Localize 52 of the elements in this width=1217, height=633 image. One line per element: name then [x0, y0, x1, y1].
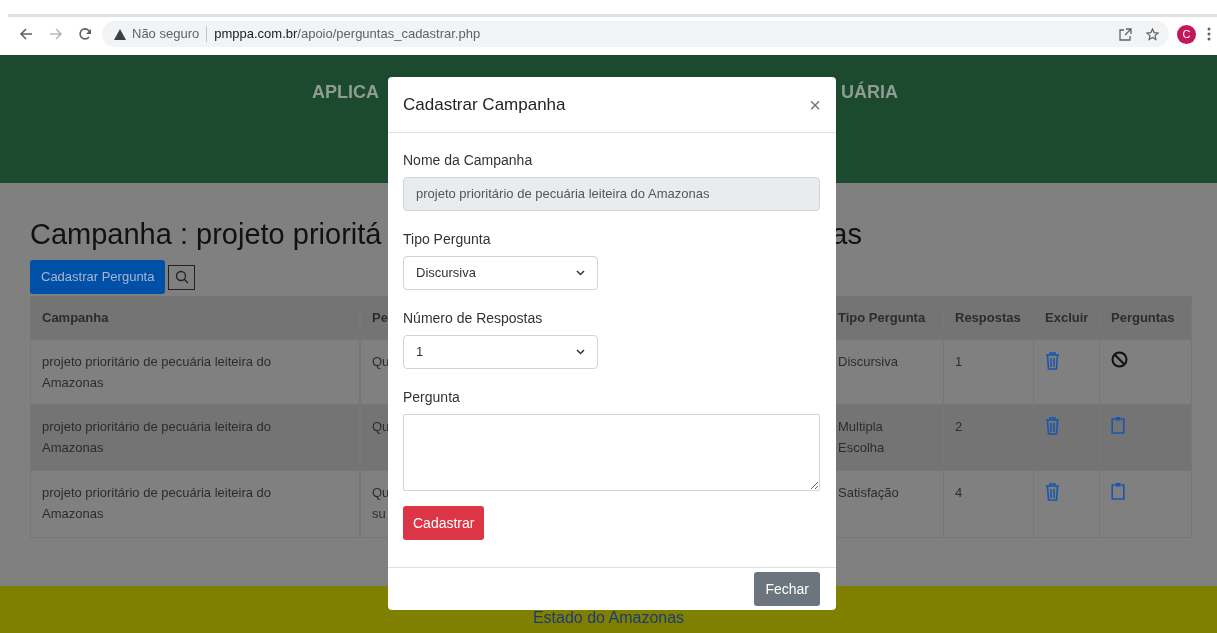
column-header: Pe — [372, 310, 388, 326]
page-heading: Campanha : projeto prioritá — [30, 216, 382, 252]
column-header: Excluir — [1045, 310, 1089, 326]
clipboard-icon[interactable] — [1111, 416, 1125, 434]
column-header: Tipo Pergunta — [838, 310, 926, 326]
address-bar[interactable]: Não seguro pmppa.com.br/apoio/perguntas_cadastrar.php — [102, 21, 1169, 47]
table-cell-text: Qu — [372, 484, 388, 502]
select-field[interactable]: 1 — [403, 335, 598, 369]
column-header: Perguntas — [1111, 310, 1175, 326]
field-label: Pergunta — [403, 388, 461, 407]
table-cell: projeto prioritário de pecuária leiteira do Amazonas — [42, 485, 272, 521]
field-label: Tipo Pergunta — [403, 230, 492, 249]
table-cell: Discursiva — [838, 354, 898, 369]
url-text: pmppa.com.br/apoio/perguntas_cadastrar.php — [214, 25, 481, 44]
warning-icon — [114, 28, 126, 40]
add-question-button[interactable]: Cadastrar Pergunta — [30, 260, 166, 294]
table-cell: 2 — [955, 419, 963, 434]
header-title: APLICA — [312, 81, 379, 104]
column-header: Campanha — [42, 310, 109, 326]
header-title: UÁRIA — [841, 80, 898, 104]
table-cell: projeto prioritário de pecuária leiteira do Amazonas — [42, 419, 272, 455]
close-modal-button[interactable]: Fechar — [754, 572, 820, 606]
chevron-down-icon — [576, 270, 585, 276]
table-cell-text: Qu — [372, 353, 388, 371]
table-cell-text: su — [372, 505, 387, 523]
table-cell: Multipla Escolha — [838, 419, 885, 455]
column-header: Respostas — [955, 310, 1021, 326]
field-label: Número de Respostas — [403, 309, 544, 328]
modal-title: Cadastrar Campanha — [403, 93, 566, 116]
share-icon[interactable] — [1119, 27, 1132, 41]
star-icon[interactable] — [1146, 27, 1159, 41]
table-cell: Satisfação — [838, 485, 899, 500]
menu-dots-icon[interactable] — [1207, 27, 1211, 41]
campaign-name-field[interactable]: projeto prioritário de pecuária leiteira do Amazonas — [403, 177, 820, 211]
table-cell-text: Qu — [372, 418, 388, 436]
footer-text: Estado do Amazonas — [532, 608, 685, 628]
select-field[interactable]: Discursiva — [403, 256, 598, 290]
table-cell: 4 — [955, 485, 963, 500]
reload-icon[interactable] — [78, 27, 92, 41]
prohibited-icon[interactable] — [1111, 351, 1128, 368]
close-button[interactable]: × — [809, 94, 821, 115]
profile-avatar[interactable]: C — [1177, 24, 1196, 44]
table-cell: 1 — [955, 354, 963, 369]
submit-button[interactable]: Cadastrar — [403, 506, 485, 540]
back-arrow-icon[interactable] — [19, 27, 33, 41]
search-button[interactable] — [168, 264, 196, 290]
table-cell: projeto prioritário de pecuária leiteira do Amazonas — [42, 354, 272, 390]
chevron-down-icon — [576, 349, 585, 355]
search-icon — [174, 270, 189, 284]
clipboard-icon[interactable] — [1111, 482, 1125, 500]
security-label: Não seguro — [132, 25, 200, 44]
field-label: Nome da Campanha — [403, 151, 534, 170]
